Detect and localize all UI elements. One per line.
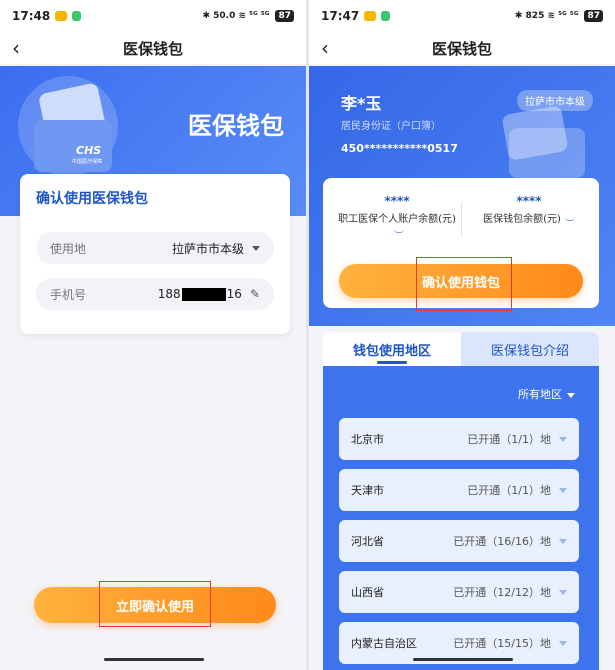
- filter-label: 所有地区: [518, 388, 562, 401]
- highlight-box: [416, 257, 512, 311]
- balance-value: ****: [384, 194, 410, 208]
- user-name: 李*玉: [341, 94, 382, 113]
- region-row[interactable]: 河北省 已开通（16/16）地: [339, 520, 579, 562]
- balance-personal: **** 职工医保个人账户余额(元): [337, 194, 457, 238]
- location-label: 使用地: [50, 241, 87, 256]
- back-icon[interactable]: ‹: [12, 36, 20, 60]
- confirm-title: 确认使用医保钱包: [36, 191, 148, 207]
- phone-field[interactable]: 手机号 188 16 ✎: [36, 278, 274, 310]
- signal-icons: ✱ 825 ≋ ⁵ᴳ ⁵ᴳ: [514, 11, 579, 21]
- confirm-card: 确认使用医保钱包 使用地 拉萨市市本级 手机号 188 16 ✎: [20, 174, 290, 334]
- region-name: 河北省: [351, 535, 384, 548]
- chevron-down-icon: [567, 393, 575, 398]
- highlight-box: [99, 581, 211, 627]
- region-status: 已开通（1/1）地: [467, 433, 551, 446]
- region-status: 已开通（12/12）地: [453, 586, 551, 599]
- region-status: 已开通（15/15）地: [453, 637, 551, 650]
- region-name: 山西省: [351, 586, 384, 599]
- location-select[interactable]: 使用地 拉萨市市本级: [36, 232, 274, 264]
- page-title: 医保钱包: [431, 39, 492, 58]
- id-type: 居民身份证（户口簿）: [341, 121, 441, 132]
- region-name: 北京市: [351, 433, 384, 446]
- nav-bar: ‹ 医保钱包: [0, 32, 306, 64]
- tab-bar: 钱包使用地区 医保钱包介绍: [323, 332, 599, 366]
- balance-value: ****: [516, 194, 542, 208]
- tab-intro[interactable]: 医保钱包介绍: [461, 332, 599, 366]
- id-number: 450***********0517: [341, 142, 458, 155]
- chevron-down-icon: [559, 538, 567, 544]
- balance-label: 职工医保个人账户余额(元): [338, 214, 456, 225]
- left-screen: 17:48 ✱ 50.0 ≋ ⁵ᴳ ⁵ᴳ 87 ‹ 医保钱包 CHS 中国医疗保…: [0, 0, 306, 670]
- chevron-down-icon: [559, 487, 567, 493]
- region-row[interactable]: 北京市 已开通（1/1）地: [339, 418, 579, 460]
- redaction-bar: [181, 288, 226, 301]
- edit-icon[interactable]: ✎: [250, 287, 260, 301]
- home-indicator: [104, 658, 204, 661]
- signal-icons: ✱ 50.0 ≋ ⁵ᴳ ⁵ᴳ: [202, 11, 270, 21]
- phone-suffix: 16: [226, 287, 242, 301]
- chevron-down-icon: [559, 589, 567, 595]
- divider: [461, 202, 462, 236]
- battery-icon: 87: [275, 10, 294, 22]
- status-bar: 17:47 ✱ 825 ≋ ⁵ᴳ ⁵ᴳ 87: [309, 0, 615, 32]
- card-subtext: 中国医疗保障: [72, 159, 103, 165]
- status-time: 17:47: [321, 9, 360, 23]
- battery-icon: 87: [584, 10, 603, 22]
- card-front-icon: [509, 128, 585, 178]
- status-bar: 17:48 ✱ 50.0 ≋ ⁵ᴳ ⁵ᴳ 87: [0, 0, 306, 32]
- hero-title: 医保钱包: [188, 112, 284, 140]
- location-value: 拉萨市市本级: [171, 241, 244, 256]
- eye-closed-icon[interactable]: [394, 229, 404, 233]
- right-screen: 17:47 ✱ 825 ≋ ⁵ᴳ ⁵ᴳ 87 ‹ 医保钱包 李*玉 居民身份证（…: [309, 0, 615, 670]
- notification-icon: [55, 11, 68, 21]
- eye-closed-icon[interactable]: [564, 217, 575, 221]
- phone-prefix: 188: [157, 287, 181, 301]
- balance-wallet: **** 医保钱包余额(元): [469, 194, 589, 226]
- region-row[interactable]: 天津市 已开通（1/1）地: [339, 469, 579, 511]
- chevron-down-icon: [559, 640, 567, 646]
- status-time: 17:48: [12, 9, 51, 23]
- app-icon: [72, 11, 82, 21]
- nav-bar: ‹ 医保钱包: [309, 32, 615, 64]
- region-filter[interactable]: 所有地区: [518, 386, 575, 402]
- chevron-down-icon: [252, 245, 260, 251]
- back-icon[interactable]: ‹: [321, 36, 329, 60]
- tab-regions[interactable]: 钱包使用地区: [323, 332, 461, 366]
- card-logo: CHS: [76, 144, 102, 157]
- card-front-icon: CHS 中国医疗保障: [34, 120, 112, 172]
- region-status: 已开通（16/16）地: [453, 535, 551, 548]
- region-name: 内蒙古自治区: [351, 637, 417, 650]
- region-status: 已开通（1/1）地: [467, 484, 551, 497]
- phone-label: 手机号: [50, 287, 87, 302]
- region-row[interactable]: 山西省 已开通（12/12）地: [339, 571, 579, 613]
- notification-icon: [364, 11, 377, 21]
- app-icon: [381, 11, 391, 21]
- balance-label: 医保钱包余额(元): [483, 214, 561, 225]
- chevron-down-icon: [559, 436, 567, 442]
- region-badge: 拉萨市市本级: [517, 90, 593, 111]
- page-title: 医保钱包: [122, 39, 183, 58]
- home-indicator: [413, 658, 513, 661]
- region-name: 天津市: [351, 484, 384, 497]
